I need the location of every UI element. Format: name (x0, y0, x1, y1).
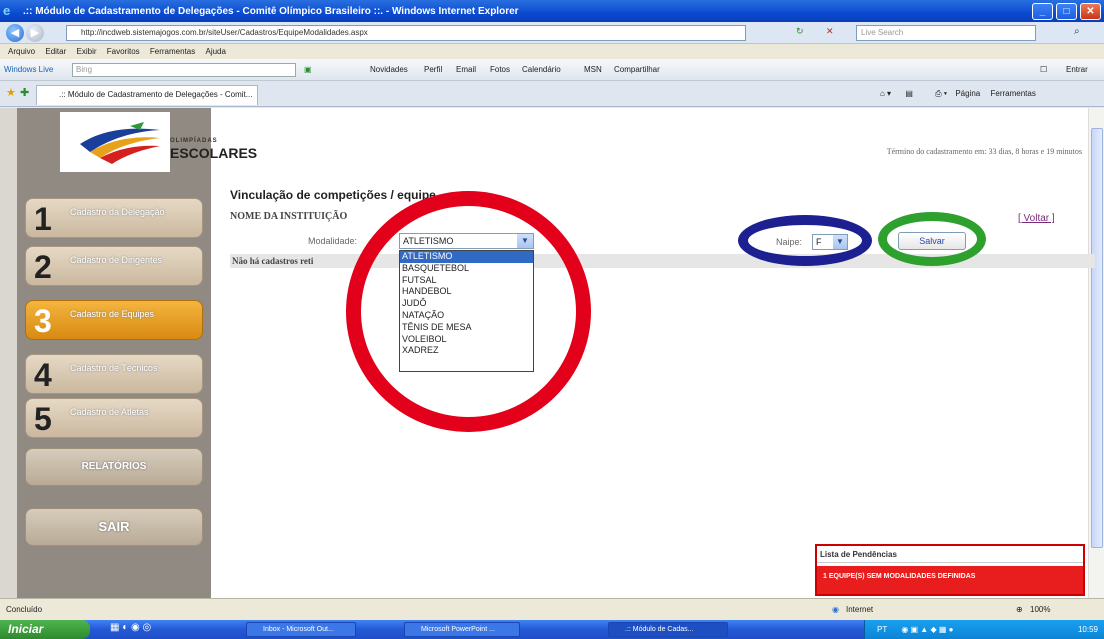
feeds-icon[interactable]: ▤ (905, 89, 913, 98)
stop-icon[interactable]: ✕ (826, 26, 834, 37)
back-button[interactable]: ◀ (6, 24, 24, 42)
live-link-perfil[interactable]: Perfil (424, 59, 442, 81)
address-row: ◀ ▶ http://incdweb.sistemajogos.com.br/s… (0, 22, 1104, 44)
language-indicator[interactable]: PT (877, 625, 887, 634)
logo-swoosh-icon (60, 112, 170, 172)
live-link-fotos[interactable]: Fotos (490, 59, 510, 81)
task-powerpoint[interactable]: Microsoft PowerPoint ... (404, 622, 520, 637)
refresh-icon[interactable]: ↻ (796, 26, 804, 37)
step-number: 3 (34, 303, 52, 339)
sidebar-step-dirigentes[interactable]: 2 Cadastro de Dirigentes (25, 246, 203, 286)
page-title: Vinculação de competições / equipe (230, 188, 436, 202)
left-gutter (0, 108, 17, 598)
status-text: Concluído (6, 605, 43, 614)
olimpiadas-logo (60, 112, 260, 172)
address-input[interactable]: http://incdweb.sistemajogos.com.br/siteU… (66, 25, 746, 41)
menu-arquivo[interactable]: Arquivo (8, 47, 35, 56)
window-title: .:: Módulo de Cadastramento de Delegaçõe… (23, 5, 519, 17)
bing-search-input[interactable]: Bing (72, 63, 296, 77)
logo-line1: OLIMPÍADAS (170, 138, 218, 144)
live-link-calendario[interactable]: Calendário (522, 59, 561, 81)
sidebar: 1 Cadastro da Delegação 2 Cadastro de Di… (17, 108, 211, 598)
step-label: Cadastro de Atletas (70, 407, 149, 417)
live-link-novidades[interactable]: Novidades (370, 59, 408, 81)
system-tray: PT ◉ ▣ ▲ ◆ ▦ ● 10:59 (864, 620, 1104, 639)
voltar-link[interactable]: [ Voltar ] (1018, 213, 1055, 224)
tray-icons[interactable]: ◉ ▣ ▲ ◆ ▦ ● (901, 625, 953, 634)
annotation-red-circle (346, 191, 591, 432)
pendencia-item[interactable]: 1 EQUIPE(S) SEM MODALIDADES DEFINIDAS (817, 566, 1083, 594)
step-number: 4 (34, 357, 52, 393)
live-link-compartilhar[interactable]: Compartilhar (614, 59, 660, 81)
print-icon[interactable]: ⎙ ▾ (935, 89, 947, 98)
menu-editar[interactable]: Editar (45, 47, 66, 56)
vertical-scrollbar[interactable] (1088, 108, 1104, 598)
sair-button[interactable]: SAIR (25, 508, 203, 546)
step-label: Cadastro de Equipes (70, 309, 155, 319)
annotation-blue-circle (738, 215, 872, 266)
tab-bar: ★ ✚ .:: Módulo de Cadastramento de Deleg… (0, 81, 1104, 107)
live-signin-link[interactable]: Entrar (1066, 59, 1088, 81)
clock: 10:59 (1077, 625, 1098, 634)
live-link-email[interactable]: Email (456, 59, 476, 81)
close-button[interactable]: ✕ (1080, 3, 1101, 20)
deadline-text: Término do cadastramento em: 33 dias, 8 … (886, 147, 1082, 156)
sidebar-step-equipes[interactable]: 3 Cadastro de Equipes (25, 300, 203, 340)
windows-live-toolbar: Windows Live Bing ▣ Novidades Perfil Ema… (0, 59, 1104, 81)
menu-exibir[interactable]: Exibir (77, 47, 97, 56)
zone-text: Internet (846, 605, 874, 614)
menu-bar: Arquivo Editar Exibir Favoritos Ferramen… (0, 44, 1104, 59)
pendencias-panel: Lista de Pendências 1 EQUIPE(S) SEM MODA… (815, 544, 1085, 596)
browser-tab[interactable]: .:: Módulo de Cadastramento de Delegaçõe… (36, 85, 258, 105)
search-icon[interactable]: ⌕ (1074, 26, 1080, 37)
modalidade-label: Modalidade: (308, 236, 358, 246)
menu-favoritos[interactable]: Favoritos (107, 47, 140, 56)
forward-button[interactable]: ▶ (26, 24, 44, 42)
task-ie[interactable]: .:: Módulo de Cadas... (608, 622, 728, 637)
live-signin-icon[interactable]: ☐ (1040, 59, 1047, 81)
step-number: 1 (34, 201, 52, 237)
tools-menu[interactable]: Ferramentas (990, 89, 1035, 98)
sidebar-step-atletas[interactable]: 5 Cadastro de Atletas (25, 398, 203, 438)
logo-line2: ESCOLARES (170, 145, 258, 161)
status-bar: Concluído ◉ Internet ⊕ 100% (0, 598, 1104, 620)
ie-icon: e (3, 3, 11, 18)
zoom-level[interactable]: 100% (1030, 599, 1050, 621)
institution-label: NOME DA INSTITUIÇÃO (230, 211, 348, 222)
sidebar-step-delegacao[interactable]: 1 Cadastro da Delegação (25, 198, 203, 238)
scroll-thumb[interactable] (1091, 128, 1103, 548)
page-menu[interactable]: Página (955, 89, 980, 98)
favorites-star-icon[interactable]: ★ (6, 86, 16, 99)
zoom-icon[interactable]: ⊕ (1016, 599, 1023, 621)
command-bar: ⌂ ▾ ▤ ⎙ ▾ Página Ferramentas (880, 87, 1036, 101)
step-number: 5 (34, 401, 52, 437)
menu-ajuda[interactable]: Ajuda (205, 47, 225, 56)
taskbar: Iniciar ▦ ◐ ◉ ◎ Inbox - Microsoft Out...… (0, 620, 1104, 639)
pendencias-title: Lista de Pendências (817, 546, 1083, 563)
add-favorites-icon[interactable]: ✚ (20, 86, 29, 99)
step-label: Cadastro de Dirigentes (70, 255, 163, 265)
live-search-input[interactable]: Live Search (856, 25, 1036, 41)
quicklaunch-icons[interactable]: ▦ ◐ ◉ ◎ (110, 622, 151, 633)
live-link-msn[interactable]: MSN (584, 59, 602, 81)
home-icon[interactable]: ⌂ ▾ (880, 89, 891, 98)
window-titlebar: e .:: Módulo de Cadastramento de Delegaç… (0, 0, 1104, 22)
task-outlook[interactable]: Inbox - Microsoft Out... (246, 622, 356, 637)
annotation-green-circle (878, 212, 986, 266)
bing-search-icon[interactable]: ▣ (304, 59, 312, 81)
step-label: Cadastro da Delegação (70, 207, 165, 217)
sidebar-step-tecnicos[interactable]: 4 Cadastro de Técnicos (25, 354, 203, 394)
minimize-button[interactable]: _ (1032, 3, 1053, 20)
step-label: Cadastro de Técnicos (70, 363, 158, 373)
globe-icon: ◉ (832, 605, 839, 614)
windows-live-brand[interactable]: Windows Live (4, 59, 53, 81)
step-number: 2 (34, 249, 52, 285)
menu-ferramentas[interactable]: Ferramentas (150, 47, 195, 56)
start-button[interactable]: Iniciar (0, 620, 90, 639)
relatorios-button[interactable]: RELATÓRIOS (25, 448, 203, 486)
maximize-button[interactable]: □ (1056, 3, 1077, 20)
